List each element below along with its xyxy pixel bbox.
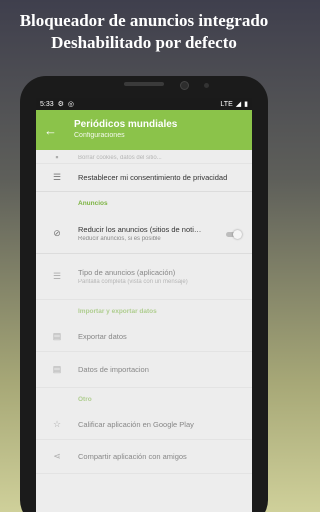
headline-line-2: Deshabilitado por defecto — [51, 33, 237, 52]
settings-list: ▪ Borrar cookies, datos del sitio... ☰ R… — [36, 150, 252, 474]
front-camera — [180, 81, 189, 90]
block-icon: ⊘ — [53, 228, 61, 238]
import-data-label: Datos de importacion — [78, 365, 149, 374]
status-time: 5:33 — [40, 100, 54, 108]
star-icon: ☆ — [52, 419, 62, 429]
list-icon: ☰ — [52, 172, 62, 182]
promo-headline: Bloqueador de anuncios integrado Deshabi… — [0, 10, 288, 54]
headline-line-1: Bloqueador de anuncios integrado — [19, 11, 269, 30]
list-item-reduce-ads[interactable]: ⊘ Reducir los anuncios (sitios de noti… … — [36, 214, 252, 254]
reduce-ads-subtitle: Reducir anuncios, si es posible — [78, 236, 161, 242]
list-item-clear-data[interactable]: ▪ Borrar cookies, datos del sitio... — [36, 150, 252, 164]
clear-data-label: Borrar cookies, datos del sitio... — [78, 154, 162, 161]
list-item-ad-type[interactable]: ☰ Tipo de anuncios (aplicación) Pantalla… — [36, 254, 252, 300]
share-app-label: Compartir aplicación con amigos — [78, 452, 187, 461]
reset-privacy-label: Restablecer mi consentimiento de privaci… — [78, 173, 228, 182]
list-item-export-data[interactable]: ▤ Exportar datos — [36, 322, 252, 352]
list-item-import-data[interactable]: ▤ Datos de importacion — [36, 352, 252, 388]
section-header-ads: Anuncios — [78, 199, 108, 207]
phone-screen: 5:33 ⚙ ◎ LTE ◢ ▮ ← Periódicos mundiales … — [36, 98, 252, 512]
export-data-label: Exportar datos — [78, 332, 127, 341]
sync-icon: ◎ — [67, 101, 75, 108]
rate-app-label: Calificar aplicación en Google Play — [78, 420, 194, 429]
speaker-grille — [124, 82, 164, 86]
network-label: LTE — [220, 100, 233, 108]
list-item-rate-app[interactable]: ☆ Calificar aplicación en Google Play — [36, 410, 252, 440]
app-bar: ← Periódicos mundiales Configuraciones — [36, 110, 252, 150]
section-header-import-export: Importar y exportar datos — [78, 307, 157, 315]
ad-type-subtitle: Pantalla completa (vista con un mensaje) — [78, 279, 188, 285]
reduce-ads-title: Reducir los anuncios (sitios de noti… — [78, 225, 202, 234]
back-arrow-icon[interactable]: ← — [44, 123, 66, 138]
phone-frame: 5:33 ⚙ ◎ LTE ◢ ▮ ← Periódicos mundiales … — [20, 76, 268, 512]
ad-type-title: Tipo de anuncios (aplicación) — [78, 268, 176, 277]
share-icon: ⋖ — [53, 451, 61, 461]
list-item-reset-privacy[interactable]: ☰ Restablecer mi consentimiento de priva… — [36, 164, 252, 192]
list-item-share-app[interactable]: ⋖ Compartir aplicación con amigos — [36, 440, 252, 474]
settings-icon: ⚙ — [57, 101, 64, 108]
export-icon: ▤ — [52, 331, 62, 341]
list-icon: ☰ — [52, 271, 62, 281]
section-header-others: Otro — [78, 395, 92, 403]
app-subtitle: Configuraciones — [74, 132, 125, 139]
signal-icon: ◢ — [235, 101, 242, 108]
toggle-knob — [233, 229, 242, 239]
trash-icon: ▪ — [55, 151, 59, 162]
app-title: Periódicos mundiales — [74, 119, 178, 130]
battery-icon: ▮ — [244, 101, 248, 108]
import-icon: ▤ — [52, 364, 62, 374]
reduce-ads-toggle[interactable] — [226, 229, 242, 239]
proximity-sensor — [204, 83, 209, 88]
status-bar: 5:33 ⚙ ◎ LTE ◢ ▮ — [36, 98, 252, 110]
